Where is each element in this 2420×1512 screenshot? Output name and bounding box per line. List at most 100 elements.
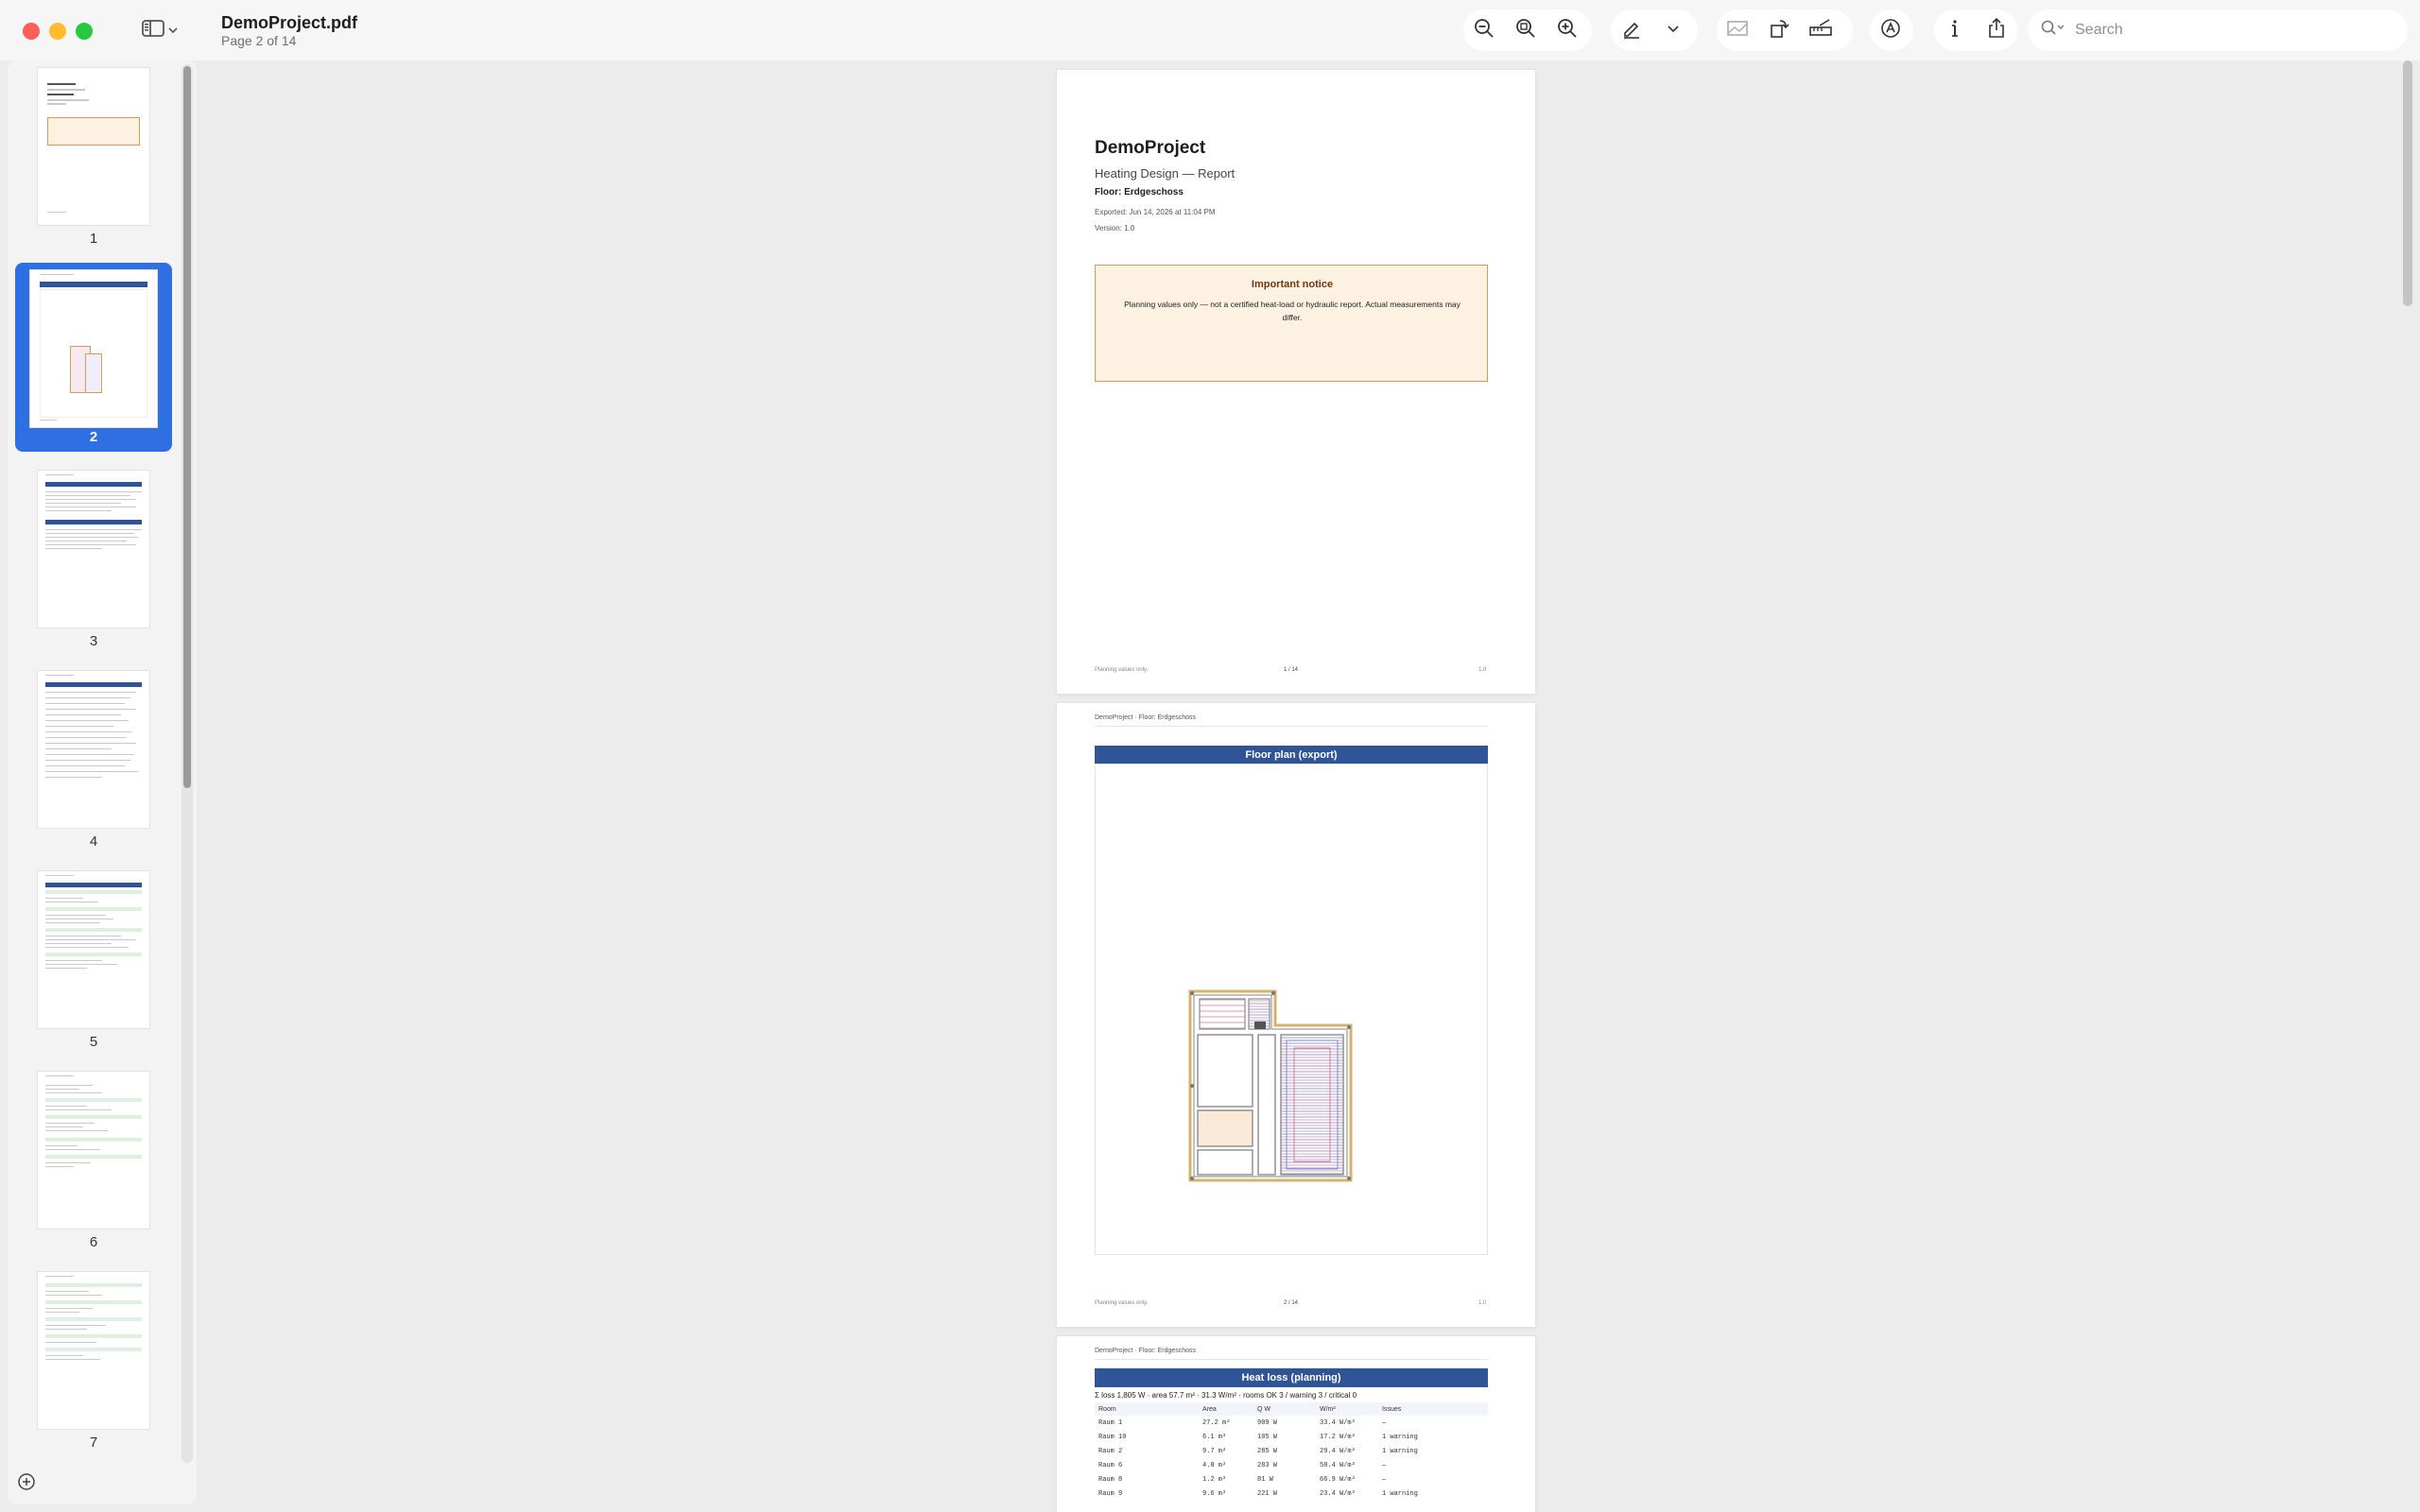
plus-circle-icon xyxy=(17,1473,36,1495)
pdf-page-2: DemoProject · Floor: Erdgeschoss Floor p… xyxy=(1057,703,1535,1327)
zoom-in-button[interactable] xyxy=(1547,9,1588,51)
toolbar: DemoProject.pdf Page 2 of 14 xyxy=(0,0,2420,60)
cell-q: 283 W xyxy=(1257,1461,1278,1469)
page-header: DemoProject · Floor: Erdgeschoss xyxy=(1095,714,1196,721)
cell-room: Raum 8 xyxy=(1098,1475,1123,1484)
thumbnail-label: 3 xyxy=(89,633,98,649)
zoom-in-icon xyxy=(1557,18,1578,43)
document-title: DemoProject.pdf xyxy=(221,13,358,32)
zoom-out-icon xyxy=(1474,18,1495,43)
tools-group xyxy=(1717,9,1853,51)
search-input[interactable] xyxy=(2075,22,2377,39)
cell-room: Raum 10 xyxy=(1098,1433,1127,1441)
thumbnail-page-5[interactable]: 5 xyxy=(15,864,172,1062)
thumbnail-label: 5 xyxy=(89,1034,98,1050)
table-row: Raum 6 4.8 m² 283 W 58.4 W/m² — xyxy=(1095,1458,1488,1472)
page-footer-right: 1.0 xyxy=(1478,1300,1487,1306)
report-subtitle: Heating Design — Report xyxy=(1095,166,1236,180)
heat-loss-summary: Σ loss 1,805 W · area 57.7 m² · 31.3 W/m… xyxy=(1095,1391,1357,1400)
cell-q: 909 W xyxy=(1257,1418,1278,1427)
table-row: Raum 9 9.6 m² 221 W 23.4 W/m² 1 warning xyxy=(1095,1486,1488,1501)
thumbnail-image xyxy=(38,871,149,1028)
thumbnail-image xyxy=(30,270,157,427)
column-header: Area xyxy=(1199,1402,1253,1416)
cell-q: 81 W xyxy=(1257,1475,1273,1484)
document-view[interactable]: DemoProject Heating Design — Report Floo… xyxy=(204,60,2405,1512)
highlight-group xyxy=(1611,9,1698,51)
sidebar-toggle-button[interactable] xyxy=(142,19,187,42)
page-header: DemoProject · Floor: Erdgeschoss xyxy=(1095,1348,1196,1354)
minimize-window-button[interactable] xyxy=(49,23,66,40)
zoom-out-button[interactable] xyxy=(1463,9,1505,51)
pdf-page-3: DemoProject · Floor: Erdgeschoss Heat lo… xyxy=(1057,1336,1535,1512)
cell-issues: — xyxy=(1382,1461,1387,1469)
cell-room: Raum 1 xyxy=(1098,1418,1123,1427)
image-view-icon xyxy=(1726,18,1749,43)
column-header: W/m² xyxy=(1316,1402,1378,1416)
actual-size-icon xyxy=(1515,18,1536,43)
thumbnail-page-4[interactable]: 4 xyxy=(15,663,172,862)
cell-issues: — xyxy=(1382,1475,1387,1484)
info-button[interactable] xyxy=(1934,9,1976,51)
thumbnail-page-2[interactable]: 2 xyxy=(15,263,172,452)
info-icon xyxy=(1947,18,1962,43)
thumbnail-page-3[interactable]: 3 xyxy=(15,463,172,662)
cell-issues: — xyxy=(1382,1418,1387,1427)
image-view-button[interactable] xyxy=(1717,9,1758,51)
sidebar-icon xyxy=(142,19,164,43)
version-label: Version: 1.0 xyxy=(1095,224,1135,232)
thumbnail-sidebar: 1 2 3 4 5 6 7 xyxy=(8,60,197,1504)
table-row: Raum 1 27.2 m² 909 W 33.4 W/m² — xyxy=(1095,1416,1488,1430)
rotate-button[interactable] xyxy=(1758,9,1800,51)
cell-wm2: 66.9 W/m² xyxy=(1320,1475,1356,1484)
cell-wm2: 23.4 W/m² xyxy=(1320,1489,1356,1498)
chevron-down-icon xyxy=(168,22,178,39)
add-page-button[interactable] xyxy=(17,1472,36,1491)
thumbnail-label: 7 xyxy=(89,1435,98,1451)
column-header: Room xyxy=(1095,1402,1199,1416)
table-row: Raum 2 9.7 m² 285 W 29.4 W/m² 1 warning xyxy=(1095,1444,1488,1458)
actual-size-button[interactable] xyxy=(1505,9,1547,51)
sidebar-scrollbar-thumb[interactable] xyxy=(183,66,191,788)
thumbnail-page-6[interactable]: 6 xyxy=(15,1064,172,1263)
markup-button[interactable] xyxy=(1800,9,1841,51)
page-indicator: Page 2 of 14 xyxy=(221,33,297,48)
table-header-row: Room Area Q W W/m² Issues xyxy=(1095,1402,1488,1416)
rotate-icon xyxy=(1769,18,1789,43)
cell-room: Raum 6 xyxy=(1098,1461,1123,1469)
zoom-group xyxy=(1463,9,1592,51)
page-footer-left: Planning values only. xyxy=(1095,667,1149,673)
cell-wm2: 33.4 W/m² xyxy=(1320,1418,1356,1427)
column-header: Q W xyxy=(1253,1402,1316,1416)
annotate-button[interactable] xyxy=(1870,9,1911,51)
notice-title: Important notice xyxy=(1251,279,1334,290)
cell-issues: 1 warning xyxy=(1382,1447,1418,1455)
thumbnail-label: 4 xyxy=(89,833,98,850)
share-button[interactable] xyxy=(1976,9,2017,51)
cell-issues: 1 warning xyxy=(1382,1433,1418,1441)
cell-wm2: 17.2 W/m² xyxy=(1320,1433,1356,1441)
cell-wm2: 29.4 W/m² xyxy=(1320,1447,1356,1455)
header-divider xyxy=(1095,1359,1488,1360)
thumbnail-image xyxy=(38,671,149,828)
thumbnail-page-1[interactable]: 1 xyxy=(15,60,172,259)
table-row: Raum 10 6.1 m² 105 W 17.2 W/m² 1 warning xyxy=(1095,1430,1488,1444)
share-icon xyxy=(1986,17,2007,44)
cell-room: Raum 9 xyxy=(1098,1489,1123,1498)
page-footer-center: 2 / 14 xyxy=(1284,1300,1299,1306)
fullscreen-window-button[interactable] xyxy=(76,23,93,40)
thumbnail-image xyxy=(38,471,149,627)
highlight-options-button[interactable] xyxy=(1652,9,1694,51)
search-field[interactable] xyxy=(2028,9,2408,51)
thumbnail-page-7[interactable]: 7 xyxy=(15,1264,172,1463)
cell-area: 27.2 m² xyxy=(1202,1418,1231,1427)
cell-q: 105 W xyxy=(1257,1433,1278,1441)
annotate-icon xyxy=(1880,18,1901,43)
highlight-button[interactable] xyxy=(1611,9,1652,51)
thumbnail-label: 2 xyxy=(89,429,98,445)
table-row: Raum 8 1.2 m² 81 W 66.9 W/m² — xyxy=(1095,1472,1488,1486)
close-window-button[interactable] xyxy=(23,23,40,40)
page-footer-center: 1 / 14 xyxy=(1284,667,1299,673)
document-scrollbar-thumb[interactable] xyxy=(2403,60,2412,306)
floor-label: Floor: Erdgeschoss xyxy=(1095,187,1184,198)
